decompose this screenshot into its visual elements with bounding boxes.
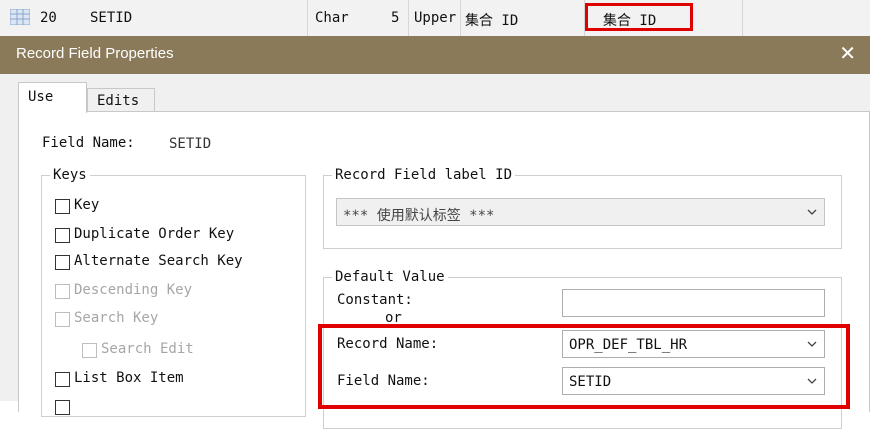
- label-id-select-value: *** 使用默认标签 ***: [343, 208, 495, 224]
- dialog-titlebar: Record Field Properties ✕: [0, 36, 870, 74]
- row-field-type: Char: [315, 10, 349, 26]
- use-tab-panel: Field Name: SETID Keys Key Duplicate Ord…: [18, 111, 870, 429]
- row-field-format: Upper: [414, 10, 457, 26]
- label-id-select[interactable]: *** 使用默认标签 ***: [336, 198, 825, 226]
- grid-row-icon: [10, 9, 30, 25]
- next-key-checkbox[interactable]: [55, 400, 70, 415]
- field-name-header-label: Field Name:: [42, 135, 135, 151]
- key-checkbox[interactable]: [55, 199, 70, 214]
- search-edit-label: Search Edit: [101, 341, 194, 357]
- default-value-highlight: [318, 324, 850, 409]
- key-label: Key: [74, 197, 100, 213]
- duplicate-order-key-label: Duplicate Order Key: [74, 226, 235, 242]
- row-number: 20: [40, 10, 57, 26]
- record-field-properties-dialog: Record Field Properties ✕ Use Edits Fiel…: [0, 36, 870, 429]
- chevron-down-icon: [807, 209, 817, 215]
- record-field-row[interactable]: 20 SETID Char 5 Upper 集合 ID 集合 ID: [0, 0, 870, 37]
- search-key-checkbox[interactable]: [55, 312, 70, 327]
- label-id-legend: Record Field label ID: [332, 167, 516, 183]
- constant-input[interactable]: [562, 289, 825, 317]
- row-short-name: 集合 ID: [465, 13, 519, 29]
- close-icon[interactable]: ✕: [839, 43, 856, 63]
- tab-use[interactable]: Use: [18, 82, 87, 113]
- constant-label: Constant:: [337, 292, 413, 308]
- tab-edits-label: Edits: [97, 93, 140, 109]
- alternate-search-key-checkbox[interactable]: [55, 255, 70, 270]
- alternate-search-key-label: Alternate Search Key: [74, 253, 243, 269]
- search-edit-checkbox[interactable]: [82, 343, 97, 358]
- tab-edits[interactable]: Edits: [87, 88, 155, 113]
- row-field-name: SETID: [90, 10, 133, 26]
- list-box-item-label: List Box Item: [74, 370, 184, 386]
- search-key-label: Search Key: [74, 310, 159, 326]
- row-field-length: 5: [391, 10, 400, 26]
- duplicate-order-key-checkbox[interactable]: [55, 228, 70, 243]
- descending-key-checkbox[interactable]: [55, 284, 70, 299]
- descending-key-label: Descending Key: [74, 282, 193, 298]
- dialog-title: Record Field Properties: [16, 45, 174, 62]
- long-name-highlight: [585, 3, 693, 31]
- keys-legend: Keys: [50, 167, 90, 183]
- tab-use-label: Use: [28, 89, 54, 105]
- list-box-item-checkbox[interactable]: [55, 372, 70, 387]
- default-value-legend: Default Value: [332, 269, 448, 285]
- field-name-header-value: SETID: [169, 136, 212, 152]
